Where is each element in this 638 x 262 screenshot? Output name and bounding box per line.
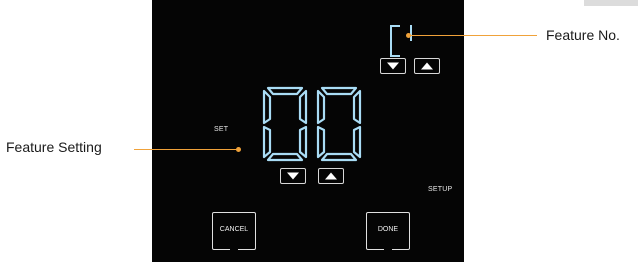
cancel-button-notch: [230, 247, 238, 251]
feature-down-button[interactable]: [380, 58, 406, 74]
done-button-label: DONE: [377, 226, 399, 233]
setting-digits-svg: [262, 86, 362, 162]
thermostat-screen: 01 SET 00: [152, 0, 464, 262]
triangle-down-icon: [387, 62, 399, 70]
done-button-notch: [384, 247, 392, 251]
setting-up-button[interactable]: [318, 168, 344, 184]
feature-no-callout-line: [409, 35, 537, 36]
set-label: SET: [214, 126, 229, 133]
setting-down-button[interactable]: [280, 168, 306, 184]
cancel-button[interactable]: CANCEL: [212, 212, 256, 251]
triangle-up-icon: [325, 172, 337, 180]
setting-value-display: 00: [260, 86, 364, 162]
feature-up-button[interactable]: [414, 58, 440, 74]
done-button[interactable]: DONE: [366, 212, 410, 251]
setting-digit-1: [316, 86, 362, 162]
feature-no-callout-label: Feature No.: [546, 27, 620, 43]
feature-setting-callout-dot: [236, 147, 241, 152]
cancel-button-label: CANCEL: [219, 226, 249, 233]
corner-bar: [584, 0, 638, 6]
triangle-up-icon: [421, 62, 433, 70]
triangle-down-icon: [287, 172, 299, 180]
feature-setting-callout-line: [134, 149, 238, 150]
setting-digit-0: [262, 86, 308, 162]
feature-digit-0: [390, 25, 404, 57]
setup-label: SETUP: [428, 186, 453, 193]
feature-setting-callout-label: Feature Setting: [6, 139, 102, 155]
